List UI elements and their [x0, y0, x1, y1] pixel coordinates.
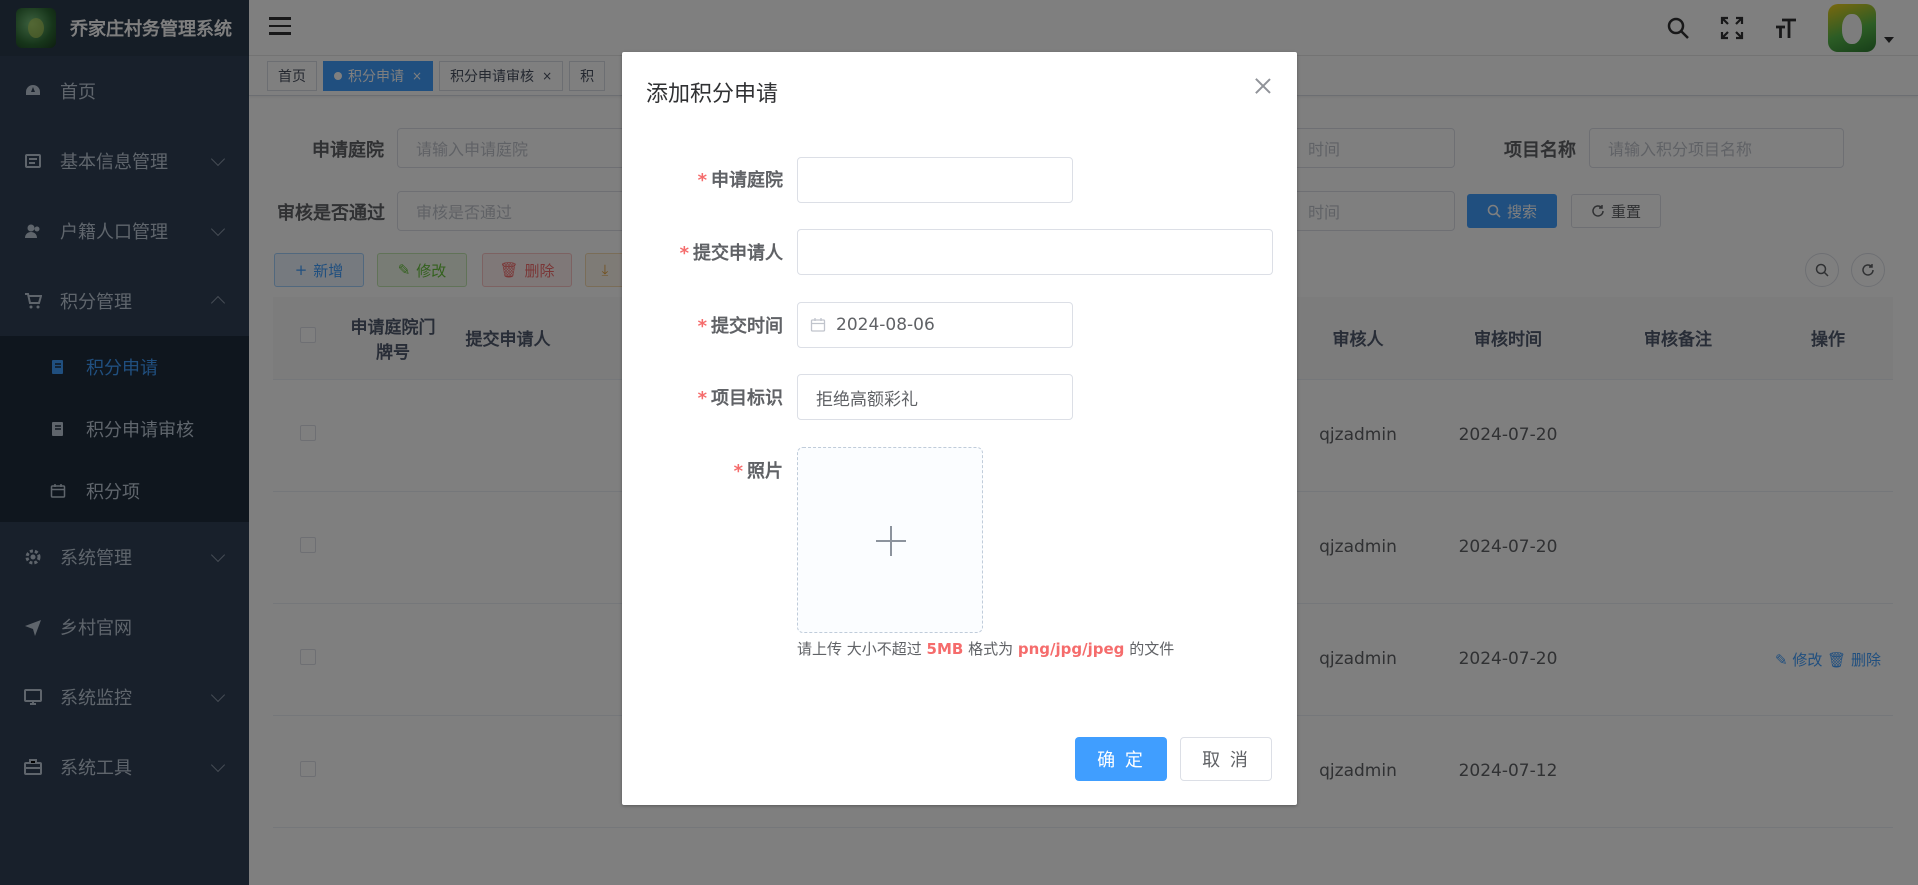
- photo-upload[interactable]: [797, 447, 983, 633]
- submit-time-value: 2024-08-06: [836, 315, 935, 335]
- confirm-button[interactable]: 确 定: [1075, 737, 1167, 781]
- dialog-title: 添加积分申请: [646, 82, 779, 107]
- calendar-icon: [810, 318, 826, 332]
- field-label-courtyard: * 申请庭院: [697, 170, 783, 191]
- field-label-submit-time: * 提交时间: [697, 316, 783, 337]
- upload-tip: 请上传 大小不超过 5MB 格式为 png/jpg/jpeg 的文件: [797, 640, 1175, 658]
- submit-time-picker[interactable]: 2024-08-06: [797, 302, 1073, 348]
- cancel-button[interactable]: 取 消: [1180, 737, 1272, 781]
- item-select[interactable]: 拒绝高额彩礼: [797, 374, 1073, 420]
- applicant-input[interactable]: [797, 229, 1273, 275]
- courtyard-input[interactable]: [797, 157, 1073, 203]
- close-icon[interactable]: [1255, 78, 1271, 94]
- field-label-item: * 项目标识: [697, 388, 783, 409]
- field-label-photo: * 照片: [733, 461, 783, 482]
- add-points-dialog: 添加积分申请 * 申请庭院 * 提交申请人 * 提交时间 2024-08-06 * 项目…: [622, 52, 1297, 805]
- field-label-applicant: * 提交申请人: [679, 243, 783, 264]
